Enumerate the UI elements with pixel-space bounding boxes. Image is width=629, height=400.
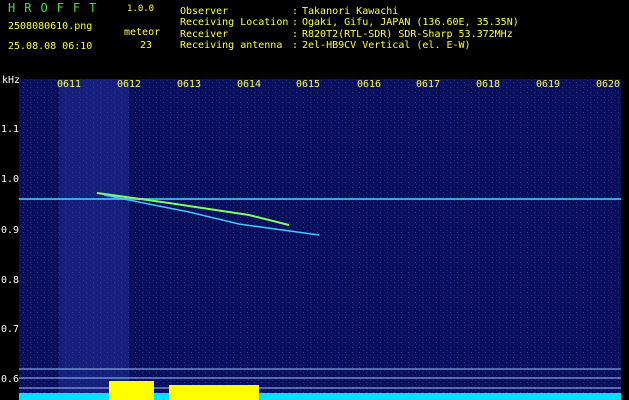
y-tick-1.1: 1.1 <box>1 124 20 135</box>
location-sep: : <box>292 17 299 28</box>
y-tick-0.6: 0.6 <box>1 374 20 385</box>
x-tick-0618: 0618 <box>476 79 501 90</box>
axis-unit-label: kHz <box>2 75 21 86</box>
spectrogram[interactable] <box>19 79 621 400</box>
x-tick-0616: 0616 <box>357 79 382 90</box>
app-version: 1.0.0 <box>127 4 155 14</box>
x-tick-0614: 0614 <box>237 79 262 90</box>
noise-band <box>59 79 129 400</box>
observer-label: Observer <box>180 6 229 17</box>
spectrogram-canvas <box>19 79 621 400</box>
x-tick-0612: 0612 <box>117 79 142 90</box>
meteor-count: 23 <box>140 40 153 51</box>
location-label: Receiving Location <box>180 17 289 28</box>
location-value: Ogaki, Gifu, JAPAN (136.60E, 35.35N) <box>302 17 519 28</box>
x-tick-0617: 0617 <box>416 79 441 90</box>
level-peak-1 <box>109 381 154 400</box>
observer-value: Takanori Kawachi <box>302 6 399 17</box>
x-tick-0611: 0611 <box>57 79 82 90</box>
receiver-label: Receiver <box>180 29 229 40</box>
level-peak-2 <box>169 385 259 400</box>
antenna-sep: : <box>292 40 299 51</box>
observer-sep: : <box>292 6 299 17</box>
meteor-label: meteor <box>124 27 161 38</box>
x-tick-0615: 0615 <box>296 79 321 90</box>
antenna-label: Receiving antenna <box>180 40 283 51</box>
file-name: 2508080610.png <box>8 21 93 32</box>
y-tick-1.0: 1.0 <box>1 174 20 185</box>
header-panel: HROFFT 1.0.0 2508080610.png meteor 23 25… <box>0 0 629 72</box>
x-tick-0620: 0620 <box>596 79 621 90</box>
datetime: 25.08.08 06:10 <box>8 41 93 52</box>
y-tick-0.7: 0.7 <box>1 324 20 335</box>
x-tick-0613: 0613 <box>177 79 202 90</box>
receiver-sep: : <box>292 29 299 40</box>
app-title: HROFFT <box>8 1 106 15</box>
y-tick-0.9: 0.9 <box>1 225 20 236</box>
y-tick-0.8: 0.8 <box>1 275 20 286</box>
x-tick-0619: 0619 <box>536 79 561 90</box>
receiver-value: R820T2(RTL-SDR) SDR-Sharp 53.372MHz <box>302 29 513 40</box>
antenna-value: 2el-HB9CV Vertical (el. E-W) <box>302 40 471 51</box>
